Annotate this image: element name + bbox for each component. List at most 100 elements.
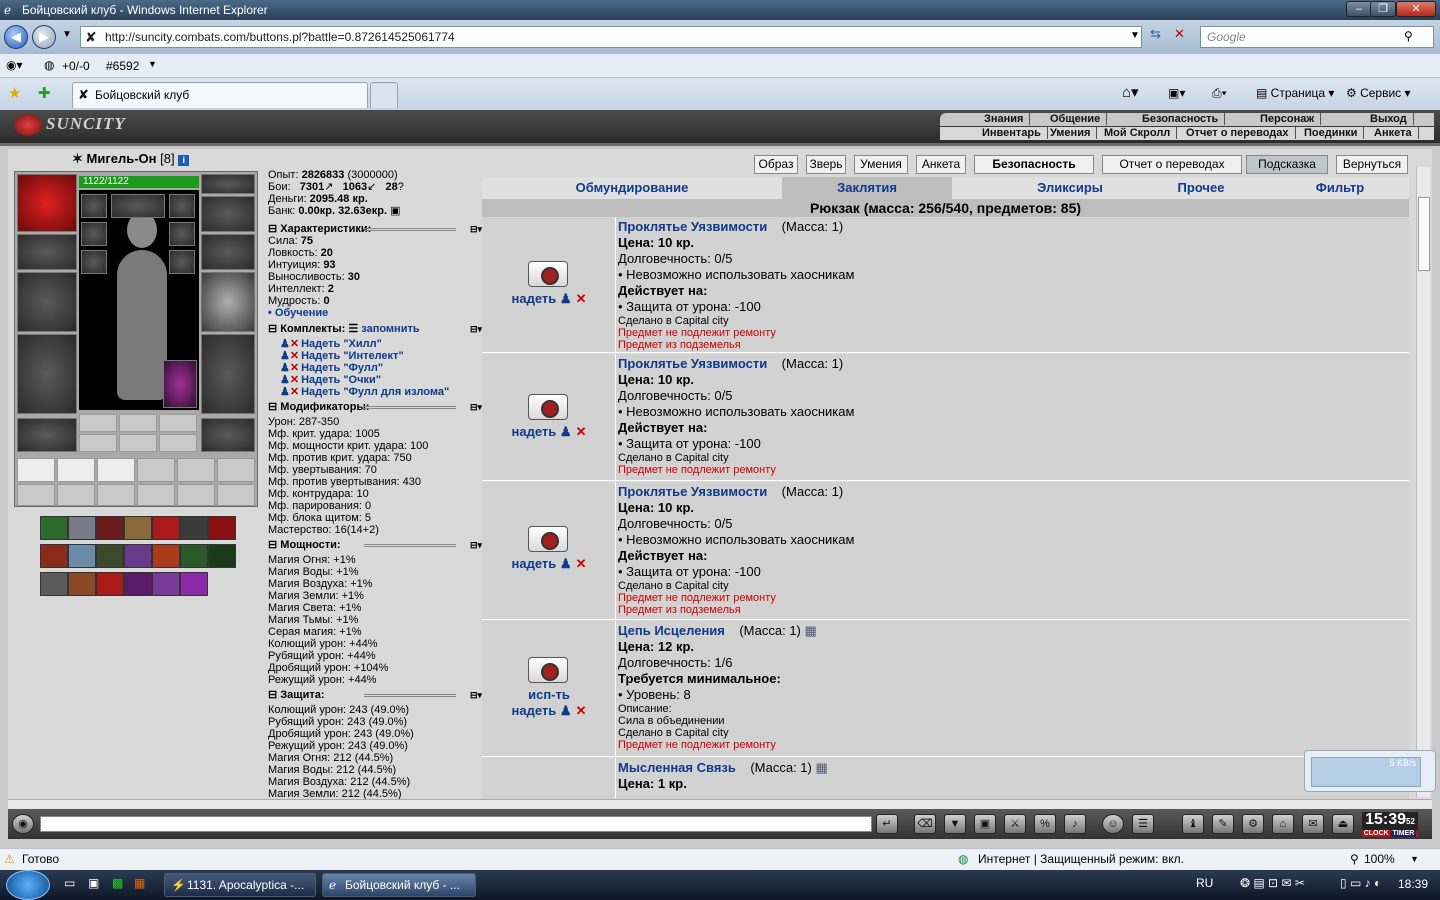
info-icon[interactable]: i [178, 155, 190, 166]
buff-icon-8[interactable] [40, 544, 68, 568]
back-button[interactable]: ◀ [4, 25, 28, 49]
menu-security[interactable]: Безопасность [1136, 113, 1226, 125]
forward-button[interactable]: ▶ [32, 25, 56, 49]
counter-dropdown-icon[interactable]: ▼ [148, 59, 157, 69]
set-icon[interactable]: ♟ [560, 291, 572, 306]
equip-link[interactable]: надеть [512, 703, 557, 718]
scroll-thumb[interactable] [1418, 197, 1430, 271]
quick-slot-4[interactable] [137, 458, 175, 482]
quick-slot-5[interactable] [177, 458, 215, 482]
tray-icons[interactable]: ❂ ▤ ⊡ ✉ ✂ [1240, 876, 1305, 890]
zoom-dropdown-icon[interactable]: ▼ [1410, 849, 1419, 869]
language-indicator[interactable]: RU [1196, 876, 1213, 890]
powers-header[interactable]: ⊟ Мощности: ⊟▾ [268, 539, 482, 551]
tab-filter[interactable]: Фильтр [1272, 177, 1408, 199]
character-name[interactable]: ✶ Мигель-Он [8] i [72, 151, 190, 167]
return-button[interactable]: Вернуться [1336, 155, 1408, 174]
buff-icon-5[interactable] [152, 516, 180, 540]
buff-icon-20[interactable] [180, 572, 208, 596]
tab-equipment[interactable]: Обмундирование [482, 177, 782, 199]
delete-icon[interactable]: ✕ [576, 291, 587, 306]
menu-character[interactable]: Персонаж [1254, 113, 1322, 125]
security-button[interactable]: Безопасность [974, 155, 1094, 174]
delete-icon[interactable]: ✕ [576, 556, 587, 571]
counter-number[interactable]: #6592 [106, 59, 139, 73]
maximize-button[interactable]: ❐ [1370, 1, 1396, 17]
url-field[interactable]: ✘ http://suncity.combats.com/buttons.pl?… [80, 26, 1142, 48]
buff-icon-12[interactable] [152, 544, 180, 568]
modifiers-header[interactable]: ⊟ Модификаторы: ⊟▾ [268, 401, 482, 413]
menu-knowledge[interactable]: Знания [978, 113, 1031, 125]
remember-set-link[interactable]: запомнить [361, 323, 419, 335]
chat-input[interactable] [40, 816, 872, 832]
menu-inventory[interactable]: Инвентарь [976, 127, 1048, 139]
quicklaunch-app-icon[interactable]: ▩ [112, 876, 123, 890]
quick-slot-2[interactable] [57, 458, 95, 482]
quick-slot-8[interactable] [57, 484, 95, 506]
profile-button[interactable]: Анкета [916, 155, 966, 174]
set-heal[interactable]: ♟✕ Надеть "Хилл" [268, 338, 482, 350]
equip-link[interactable]: надеть [512, 291, 557, 306]
helmet-slot[interactable] [17, 174, 77, 232]
search-input[interactable]: Google [1200, 26, 1434, 48]
empty-slot-2[interactable] [119, 414, 157, 432]
filter-icon[interactable]: ▼ [944, 814, 966, 834]
tab-misc[interactable]: Прочее [1118, 177, 1284, 199]
menu-exit[interactable]: Выход [1364, 113, 1414, 125]
gloves-slot[interactable] [201, 234, 255, 270]
menu-skills[interactable]: Умения [1044, 127, 1098, 139]
buff-icon-9[interactable] [68, 544, 96, 568]
hint-button[interactable]: Подсказка [1246, 155, 1328, 174]
menu-profile[interactable]: Анкета [1368, 127, 1419, 139]
equip-link[interactable]: надеть [512, 556, 557, 571]
page-menu[interactable]: ▤ Страница ▾ [1256, 84, 1334, 102]
tab-spells[interactable]: Заклятия [782, 177, 952, 199]
set-full[interactable]: ♟✕ Надеть "Фулл" [268, 362, 482, 374]
lock-icon[interactable]: ⌂ [1272, 814, 1294, 834]
equip-link[interactable]: надеть [512, 424, 557, 439]
search-icon[interactable]: ⚲ [1404, 29, 1413, 43]
menu-battles[interactable]: Поединки [1298, 127, 1365, 139]
curse-scroll-icon[interactable] [528, 394, 568, 420]
set-full-break[interactable]: ♟✕ Надеть "Фулл для излома" [268, 386, 482, 398]
rune-slot-2[interactable] [169, 222, 195, 246]
horizontal-scrollbar[interactable] [8, 799, 1432, 809]
menu-transfer-report[interactable]: Отчет о переводах [1180, 127, 1296, 139]
quick-slot-7[interactable] [17, 484, 55, 506]
smiley-icon[interactable]: ☺ [1102, 814, 1124, 834]
empty-slot-5[interactable] [119, 434, 157, 452]
tray-system-icons[interactable]: ▯ ▭ ♪ ◐ [1340, 876, 1381, 890]
zone-text[interactable]: Интернет | Защищенный режим: вкл. [978, 849, 1184, 869]
home-icon[interactable]: ⌂▾ [1122, 84, 1139, 102]
favorites-star-icon[interactable]: ★ [8, 84, 21, 102]
feeds-icon[interactable]: ▣▾ [1168, 84, 1185, 102]
start-button[interactable] [6, 870, 50, 900]
buff-icon-7[interactable] [208, 516, 236, 540]
buff-icon-1[interactable] [40, 516, 68, 540]
volume-icon[interactable]: ♪ [1064, 814, 1086, 834]
quicklaunch-desktop-icon[interactable]: ▭ [64, 876, 75, 890]
legs-slot[interactable] [201, 334, 255, 414]
buff-icon-11[interactable] [124, 544, 152, 568]
vertical-scrollbar[interactable] [1416, 167, 1430, 797]
empty-slot-4[interactable] [79, 434, 117, 452]
curse-scroll-icon[interactable] [528, 261, 568, 287]
armor-slot[interactable] [17, 334, 77, 414]
bag-icon[interactable]: ♝ [1182, 814, 1204, 834]
contacts-icon[interactable]: ☰ [1132, 814, 1154, 834]
shield-slot[interactable] [201, 272, 255, 332]
rings-slot[interactable] [201, 196, 255, 232]
buff-icon-18[interactable] [124, 572, 152, 596]
add-favorite-icon[interactable]: ✚ [38, 84, 51, 102]
rune-slot-1[interactable] [81, 222, 107, 246]
stop-icon[interactable]: ✕ [1174, 26, 1194, 48]
new-tab-button[interactable] [370, 82, 398, 108]
counter-text[interactable]: +0/-0 [62, 59, 90, 73]
zoom-level[interactable]: 100% [1364, 849, 1395, 869]
set-icon[interactable]: ♟ [560, 424, 572, 439]
healing-scroll-icon[interactable] [528, 657, 568, 683]
clear-icon[interactable]: ⌫ [914, 814, 936, 834]
boots-slot[interactable] [201, 418, 255, 452]
delete-icon[interactable]: ✕ [576, 424, 587, 439]
curse-scroll-icon[interactable] [528, 526, 568, 552]
